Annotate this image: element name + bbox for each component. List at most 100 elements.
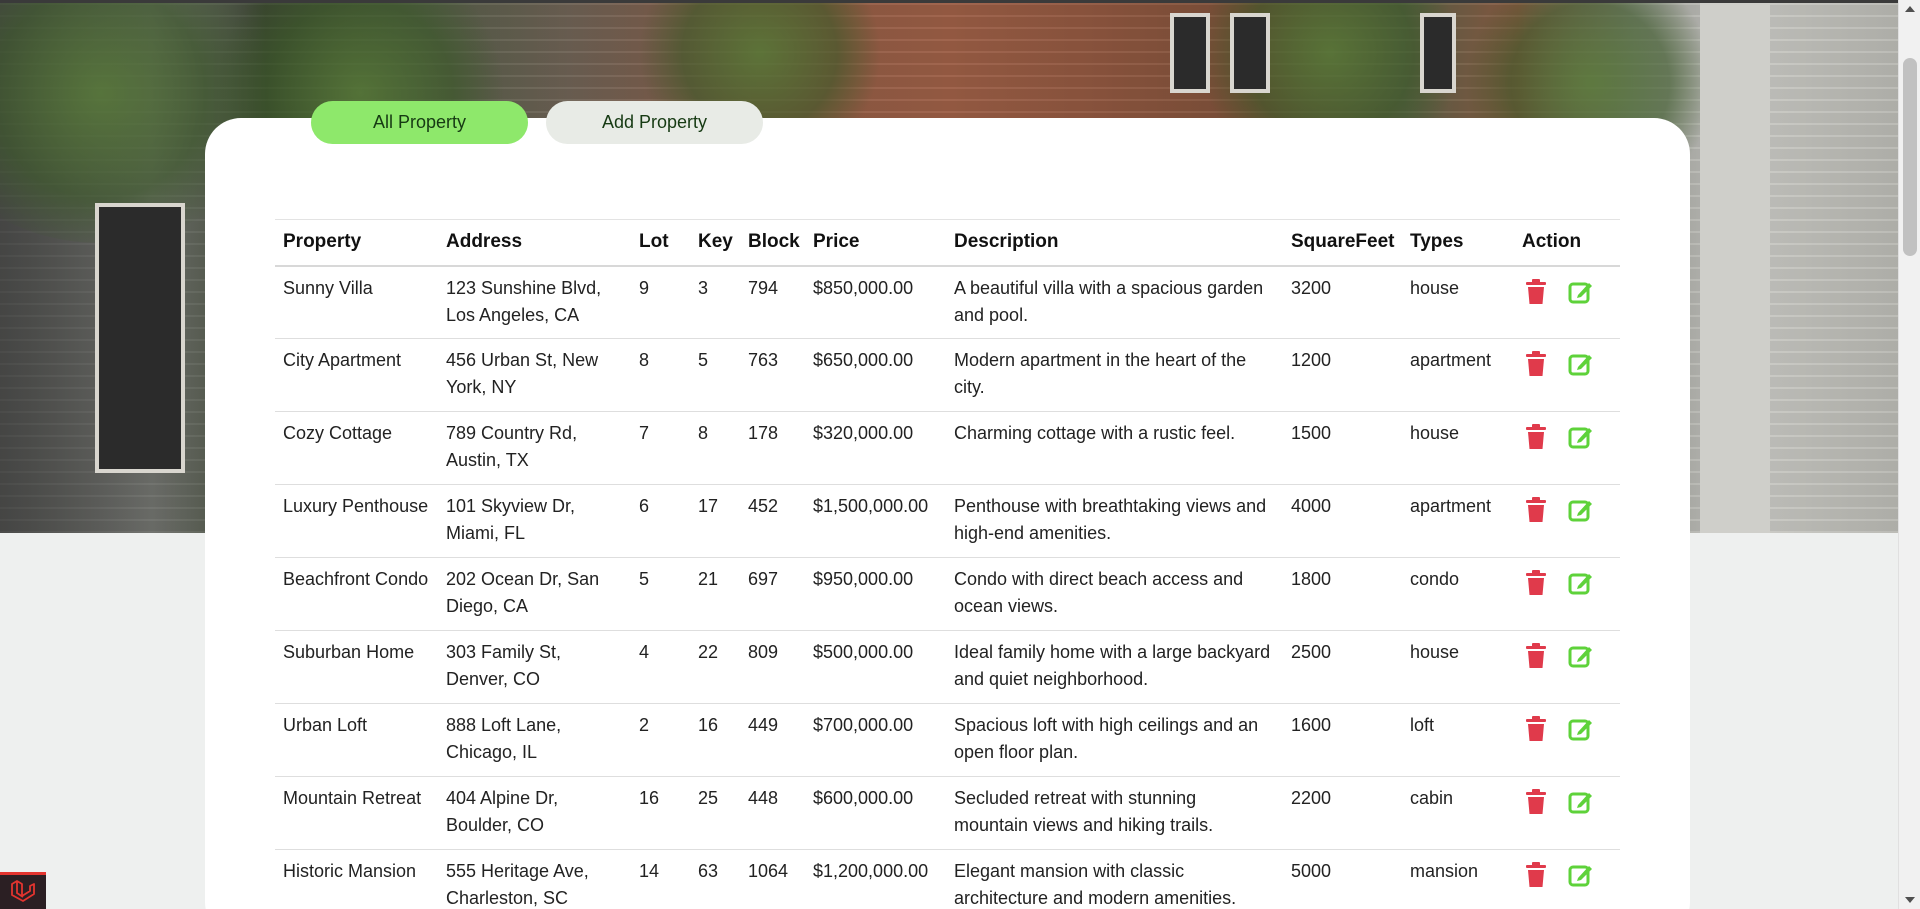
cell-description: Ideal family home with a large backyard … [954,642,1271,689]
table-row: City Apartment 456 Urban St, New York, N… [275,339,1620,412]
cell-squarefeet: 4000 [1291,496,1332,516]
cell-key: 17 [698,496,719,516]
cell-actions [1514,558,1620,631]
edit-icon[interactable] [1568,789,1592,815]
cell-property: City Apartment [283,350,402,370]
cell-key: 5 [698,350,709,370]
cell-block: 763 [748,350,779,370]
cell-key: 25 [698,788,719,808]
tab-add-property[interactable]: Add Property [546,101,763,144]
scroll-up-arrow-icon[interactable] [1905,6,1915,12]
cell-squarefeet: 2200 [1291,788,1332,808]
cell-lot: 16 [639,788,660,808]
scrollbar-thumb[interactable] [1903,58,1917,256]
cell-property: Suburban Home [283,642,415,662]
cell-property: Historic Mansion [283,861,417,881]
cell-description: Modern apartment in the heart of the cit… [954,350,1247,397]
cell-property: Mountain Retreat [283,788,422,808]
cell-type: apartment [1410,496,1492,516]
cell-key: 21 [698,569,719,589]
table-row: Mountain Retreat 404 Alpine Dr, Boulder,… [275,777,1620,850]
property-table: Property Address Lot Key Block Price Des… [275,219,1620,909]
cell-address: 123 Sunshine Blvd, Los Angeles, CA [446,277,602,325]
cell-lot: 14 [639,861,660,881]
header-price: Price [813,231,860,253]
cell-actions [1514,631,1620,704]
cell-block: 448 [748,788,779,808]
cell-block: 449 [748,715,779,735]
table-row: Sunny Villa 123 Sunshine Blvd, Los Angel… [275,266,1620,339]
cell-address: 101 Skyview Dr, Miami, FL [446,496,576,543]
edit-icon[interactable] [1568,862,1592,888]
vertical-scrollbar[interactable] [1898,0,1920,909]
cell-actions [1514,485,1620,558]
scroll-down-arrow-icon[interactable] [1905,897,1915,903]
cell-description: Spacious loft with high ceilings and an … [954,715,1259,762]
cell-key: 8 [698,423,709,443]
trash-icon[interactable] [1524,351,1548,377]
cell-property: Cozy Cottage [283,423,393,443]
trash-icon[interactable] [1524,789,1548,815]
cell-squarefeet: 5000 [1291,861,1332,881]
table-row: Urban Loft 888 Loft Lane, Chicago, IL 2 … [275,704,1620,777]
edit-icon[interactable] [1568,643,1592,669]
cell-type: house [1410,423,1460,443]
edit-icon[interactable] [1568,351,1592,377]
cell-lot: 4 [639,642,650,662]
cell-description: Charming cottage with a rustic feel. [954,423,1236,443]
cell-description: Penthouse with breathtaking views and hi… [954,496,1267,543]
cell-description: Condo with direct beach access and ocean… [954,569,1244,616]
cell-description: Elegant mansion with classic architectur… [954,861,1237,908]
trash-icon[interactable] [1524,716,1548,742]
cell-actions [1514,339,1620,412]
cell-address: 789 Country Rd, Austin, TX [446,423,578,470]
header-description: Description [954,231,1059,253]
trash-icon[interactable] [1524,424,1548,450]
cell-address: 456 Urban St, New York, NY [446,350,599,397]
cell-actions [1514,704,1620,777]
trash-icon[interactable] [1524,570,1548,596]
cell-price: $650,000.00 [813,350,914,370]
cell-description: A beautiful villa with a spacious garden… [954,277,1264,325]
cell-key: 22 [698,642,719,662]
cell-actions [1514,412,1620,485]
cell-address: 202 Ocean Dr, San Diego, CA [446,569,600,616]
cell-property: Beachfront Condo [283,569,429,589]
edit-icon[interactable] [1568,716,1592,742]
cell-price: $850,000.00 [813,277,914,298]
cell-type: house [1410,277,1460,298]
cell-squarefeet: 2500 [1291,642,1332,662]
edit-icon[interactable] [1568,424,1592,450]
table-row: Historic Mansion 555 Heritage Ave, Charl… [275,850,1620,909]
edit-icon[interactable] [1568,570,1592,596]
trash-icon[interactable] [1524,278,1548,305]
cell-address: 555 Heritage Ave, Charleston, SC [446,861,589,908]
table-header-row: Property Address Lot Key Block Price Des… [275,219,1620,266]
table-row: Suburban Home 303 Family St, Denver, CO … [275,631,1620,704]
cell-type: house [1410,642,1460,662]
trash-icon[interactable] [1524,862,1548,888]
cell-price: $1,500,000.00 [813,496,929,516]
tab-all-property[interactable]: All Property [311,101,528,144]
cell-actions [1514,850,1620,909]
trash-icon[interactable] [1524,497,1548,523]
edit-icon[interactable] [1568,279,1592,305]
cell-block: 1064 [748,861,789,881]
header-lot: Lot [639,231,669,253]
edit-icon[interactable] [1568,497,1592,523]
header-squarefeet: SquareFeet [1291,231,1395,253]
cell-price: $500,000.00 [813,642,914,662]
cell-address: 404 Alpine Dr, Boulder, CO [446,788,559,835]
cell-type: cabin [1410,788,1454,808]
header-property: Property [283,231,362,253]
header-address: Address [446,231,523,253]
cell-squarefeet: 3200 [1291,277,1332,298]
laravel-logo-icon[interactable] [0,872,46,909]
cell-squarefeet: 1600 [1291,715,1332,735]
cell-price: $700,000.00 [813,715,914,735]
trash-icon[interactable] [1524,643,1548,669]
cell-type: condo [1410,569,1460,589]
cell-actions [1514,777,1620,850]
cell-price: $950,000.00 [813,569,914,589]
cell-block: 452 [748,496,779,516]
